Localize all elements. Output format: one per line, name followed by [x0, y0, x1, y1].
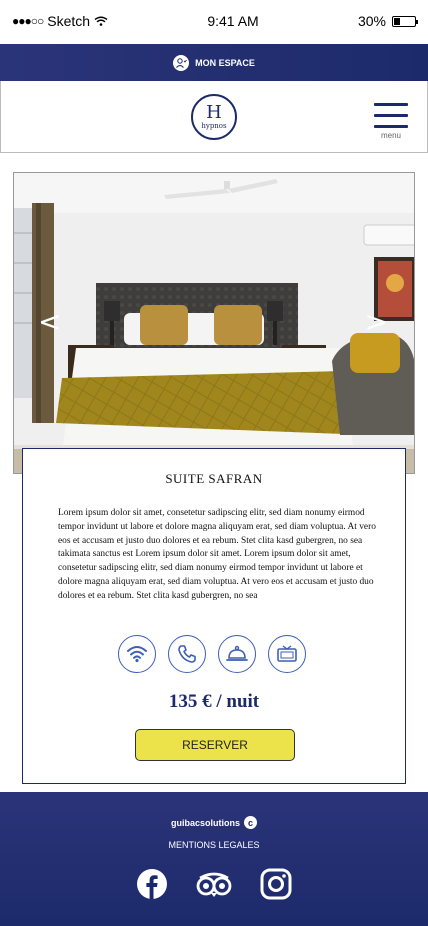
- room-service-bell-icon: [218, 635, 256, 673]
- signal-icon: ●●●○○: [12, 14, 44, 28]
- footer-brand[interactable]: guibacsolutions c: [0, 816, 428, 829]
- hamburger-icon-bar-2: [374, 114, 408, 117]
- tripadvisor-icon[interactable]: [194, 868, 234, 900]
- status-left: ●●●○○ Sketch: [12, 13, 108, 29]
- room-photo: < >: [13, 172, 415, 474]
- room-card: SUITE SAFRAN Lorem ipsum dolor sit amet,…: [22, 448, 406, 784]
- menu-button[interactable]: menu: [373, 103, 409, 140]
- legal-link[interactable]: MENTIONS LEGALES: [0, 840, 428, 850]
- wifi-icon: [118, 635, 156, 673]
- time-label: 9:41 AM: [207, 13, 259, 29]
- tv-icon: [268, 635, 306, 673]
- social-links: [0, 868, 428, 900]
- battery-fill: [394, 17, 400, 25]
- room-description: Lorem ipsum dolor sit amet, consetetur s…: [58, 508, 376, 601]
- menu-label: menu: [380, 131, 401, 140]
- site-footer: guibacsolutions c MENTIONS LEGALES: [0, 792, 428, 926]
- carrier-label: Sketch: [47, 13, 91, 29]
- chevron-right-icon[interactable]: >: [365, 305, 388, 338]
- reserve-button[interactable]: RESERVER: [135, 729, 295, 761]
- logo-text: hypnos: [201, 122, 227, 130]
- facebook-icon[interactable]: [136, 868, 168, 900]
- instagram-icon[interactable]: [260, 868, 292, 900]
- user-icon: [173, 54, 190, 71]
- copyright-badge: c: [244, 816, 257, 829]
- room-title: SUITE SAFRAN: [165, 471, 263, 486]
- hypnos-logo[interactable]: H hypnos: [191, 94, 237, 140]
- status-right: 30%: [357, 13, 418, 29]
- phone-icon: [168, 635, 206, 673]
- battery-icon: [392, 15, 418, 27]
- brand-name: guibacsolutions: [170, 817, 240, 828]
- hamburger-icon: [374, 103, 408, 106]
- hamburger-icon-bar-3: [374, 125, 408, 128]
- chevron-left-icon[interactable]: <: [38, 305, 61, 338]
- site-header: H hypnos menu: [0, 81, 428, 153]
- account-label: MON ESPACE: [195, 57, 255, 68]
- bedroom-image: [14, 173, 414, 473]
- amenities-list: [118, 635, 306, 673]
- room-price: 135 € / nuit: [168, 691, 260, 712]
- status-bar: ●●●○○ Sketch 9:41 AM 30%: [0, 0, 428, 42]
- logo-letter: H: [206, 102, 222, 123]
- account-bar[interactable]: MON ESPACE: [0, 44, 428, 81]
- wifi-status-icon: [94, 16, 108, 26]
- battery-percent: 30%: [357, 13, 386, 29]
